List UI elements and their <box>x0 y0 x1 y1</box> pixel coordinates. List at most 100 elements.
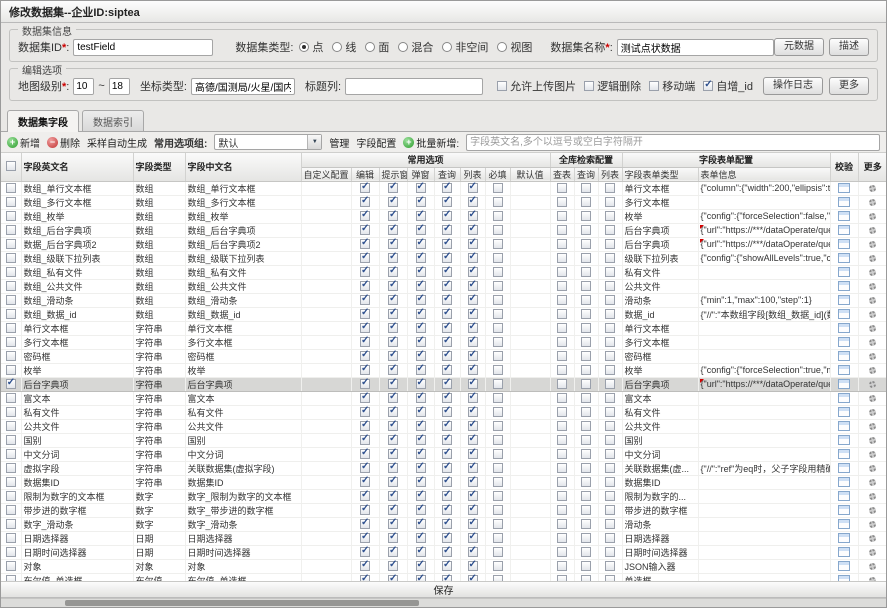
header-field-en[interactable]: 字段英文名 <box>21 153 133 181</box>
search-config-checkbox[interactable] <box>574 447 598 461</box>
delete-field-button[interactable]: −删除 <box>47 135 80 150</box>
common-option-checkbox[interactable] <box>485 573 510 581</box>
row-select-checkbox[interactable] <box>1 531 21 545</box>
common-option-checkbox[interactable] <box>407 489 434 503</box>
common-option-checkbox[interactable] <box>434 517 460 531</box>
form-info-cell[interactable]: {"url":"https://***/dataOperate/queryDic… <box>698 377 830 391</box>
common-option-checkbox[interactable] <box>407 349 434 363</box>
common-option-checkbox[interactable] <box>351 433 379 447</box>
validate-cell[interactable] <box>830 461 858 475</box>
common-option-checkbox[interactable] <box>434 559 460 573</box>
common-option-checkbox[interactable] <box>485 209 510 223</box>
search-config-checkbox[interactable] <box>550 363 574 377</box>
more-cell[interactable] <box>858 517 886 531</box>
common-option-checkbox[interactable] <box>407 251 434 265</box>
search-config-checkbox[interactable] <box>574 377 598 391</box>
common-option-checkbox[interactable] <box>485 377 510 391</box>
table-row[interactable]: 数组_后台字典项数组数组_后台字典项后台字典项{"url":"https://*… <box>1 223 886 237</box>
search-config-checkbox[interactable] <box>598 363 622 377</box>
common-option-checkbox[interactable] <box>407 475 434 489</box>
common-option-checkbox[interactable] <box>434 419 460 433</box>
common-option-checkbox[interactable] <box>407 559 434 573</box>
common-option-checkbox[interactable] <box>379 517 407 531</box>
search-config-checkbox[interactable] <box>598 349 622 363</box>
common-option-checkbox[interactable] <box>407 223 434 237</box>
table-row[interactable]: 数字_滑动条数字数字_滑动条滑动条 <box>1 517 886 531</box>
common-option-checkbox[interactable] <box>485 321 510 335</box>
search-config-checkbox[interactable] <box>550 279 574 293</box>
more-cell[interactable] <box>858 195 886 209</box>
common-option-checkbox[interactable] <box>460 531 485 545</box>
more-cell[interactable] <box>858 251 886 265</box>
search-config-checkbox[interactable] <box>550 307 574 321</box>
common-option-checkbox[interactable] <box>485 433 510 447</box>
row-select-checkbox[interactable] <box>1 475 21 489</box>
form-info-cell[interactable] <box>698 321 830 335</box>
table-row[interactable]: 数组_数据_id数组数组_数据_id数据_id{"//":"本数组字段[数组_数… <box>1 307 886 321</box>
table-row[interactable]: 数组_公共文件数组数组_公共文件公共文件 <box>1 279 886 293</box>
table-row[interactable]: 数组_私有文件数组数组_私有文件私有文件 <box>1 265 886 279</box>
coord-type-input[interactable] <box>191 78 295 95</box>
common-option-checkbox[interactable] <box>434 251 460 265</box>
common-option-checkbox[interactable] <box>379 447 407 461</box>
common-option-checkbox[interactable] <box>460 517 485 531</box>
common-option-checkbox[interactable] <box>351 237 379 251</box>
table-row[interactable]: 数据集ID字符串数据集ID数据集ID <box>1 475 886 489</box>
search-config-checkbox[interactable] <box>550 545 574 559</box>
search-config-checkbox[interactable] <box>574 307 598 321</box>
common-option-checkbox[interactable] <box>407 531 434 545</box>
search-config-checkbox[interactable] <box>598 335 622 349</box>
map-level-min-input[interactable] <box>74 79 94 94</box>
form-info-cell[interactable]: {"//":"本数组字段[数组_数据_id](数组_数... <box>698 307 830 321</box>
common-option-checkbox[interactable] <box>379 321 407 335</box>
row-select-checkbox[interactable] <box>1 223 21 237</box>
common-option-checkbox[interactable] <box>351 223 379 237</box>
search-config-checkbox[interactable] <box>598 209 622 223</box>
search-config-checkbox[interactable] <box>574 545 598 559</box>
common-option-checkbox[interactable] <box>434 545 460 559</box>
form-info-cell[interactable] <box>698 405 830 419</box>
validate-cell[interactable] <box>830 517 858 531</box>
validate-cell[interactable] <box>830 391 858 405</box>
row-select-checkbox[interactable] <box>1 209 21 223</box>
search-config-checkbox[interactable] <box>550 195 574 209</box>
common-option-checkbox[interactable] <box>460 573 485 581</box>
form-info-cell[interactable] <box>698 265 830 279</box>
common-option-checkbox[interactable] <box>351 363 379 377</box>
add-field-button[interactable]: +新增 <box>7 135 40 150</box>
more-cell[interactable] <box>858 391 886 405</box>
search-config-checkbox[interactable] <box>550 447 574 461</box>
validate-cell[interactable] <box>830 307 858 321</box>
form-info-cell[interactable]: {"column":{"width":200,"ellipsis":true,"… <box>698 181 830 195</box>
more-cell[interactable] <box>858 433 886 447</box>
row-select-checkbox[interactable] <box>1 335 21 349</box>
common-option-checkbox[interactable] <box>351 545 379 559</box>
common-option-checkbox[interactable] <box>460 349 485 363</box>
validate-cell[interactable] <box>830 349 858 363</box>
common-option-checkbox[interactable] <box>379 363 407 377</box>
table-row[interactable]: 公共文件字符串公共文件公共文件 <box>1 419 886 433</box>
form-info-cell[interactable] <box>698 475 830 489</box>
common-option-checkbox[interactable] <box>434 391 460 405</box>
search-config-checkbox[interactable] <box>550 433 574 447</box>
more-cell[interactable] <box>858 181 886 195</box>
common-option-checkbox[interactable] <box>460 363 485 377</box>
search-config-checkbox[interactable] <box>574 391 598 405</box>
dataset-type-radio[interactable]: 混合 <box>398 39 433 55</box>
common-option-checkbox[interactable] <box>379 489 407 503</box>
search-config-checkbox[interactable] <box>598 195 622 209</box>
search-config-checkbox[interactable] <box>550 405 574 419</box>
common-option-checkbox[interactable] <box>434 349 460 363</box>
common-option-checkbox[interactable] <box>485 251 510 265</box>
common-option-checkbox[interactable] <box>351 475 379 489</box>
validate-cell[interactable] <box>830 293 858 307</box>
common-option-checkbox[interactable] <box>407 517 434 531</box>
search-config-checkbox[interactable] <box>574 517 598 531</box>
search-config-checkbox[interactable] <box>574 237 598 251</box>
map-level-max-input[interactable] <box>110 79 130 94</box>
table-row[interactable]: 密码框字符串密码框密码框 <box>1 349 886 363</box>
common-option-checkbox[interactable] <box>434 447 460 461</box>
row-select-checkbox[interactable] <box>1 573 21 581</box>
validate-cell[interactable] <box>830 475 858 489</box>
table-row[interactable]: 中文分词字符串中文分词中文分词 <box>1 447 886 461</box>
